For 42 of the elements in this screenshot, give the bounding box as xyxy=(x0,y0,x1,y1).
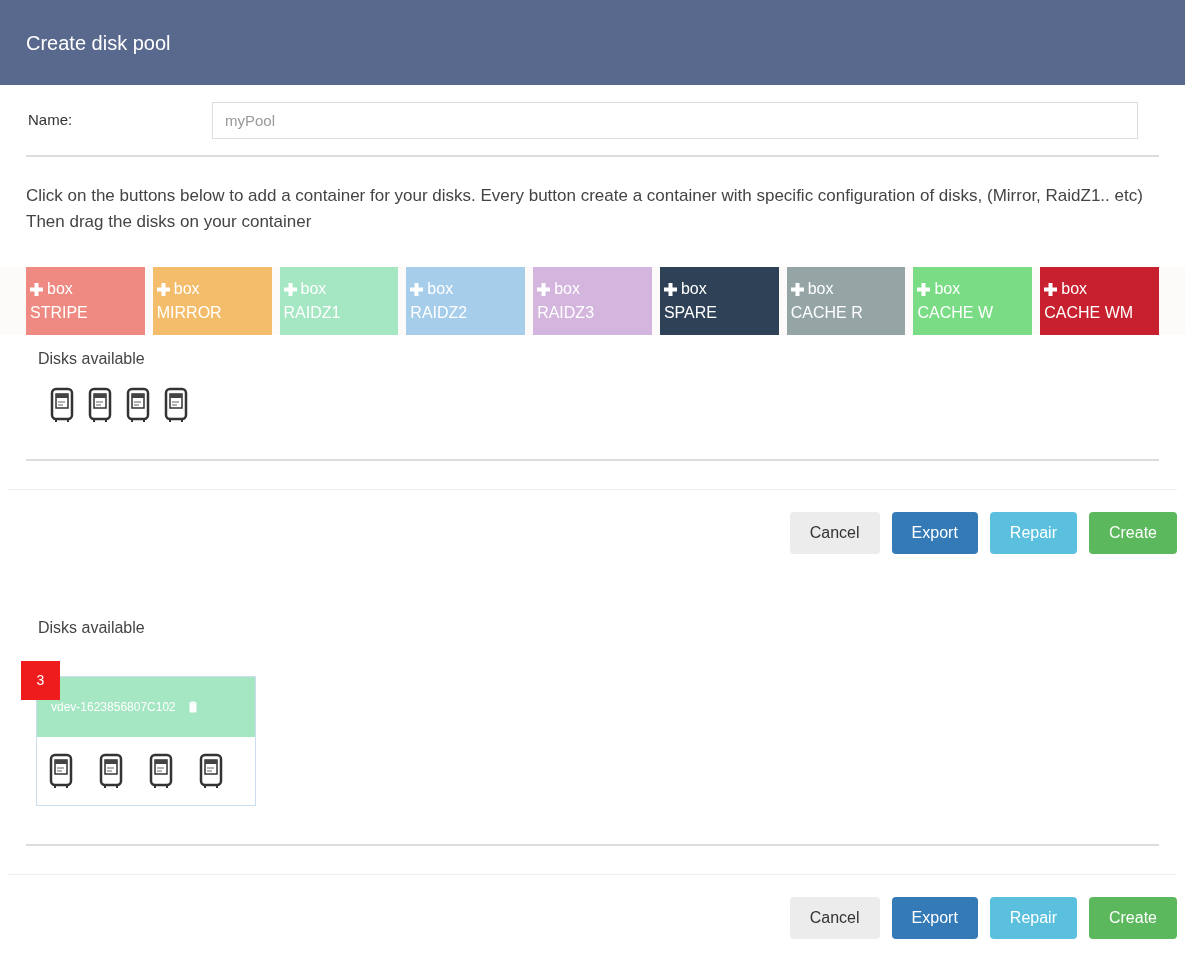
plus-icon xyxy=(30,282,43,296)
add-box-button[interactable]: box MIRROR xyxy=(152,267,272,335)
add-box-button[interactable]: box STRIPE xyxy=(26,267,145,335)
field-label: Name: xyxy=(28,109,74,130)
add-box-button[interactable]: box CACHE WM xyxy=(1040,267,1160,335)
plus-icon xyxy=(790,282,804,296)
hard-drive-icon[interactable] xyxy=(199,753,223,789)
add-box-button[interactable]: box RAIDZ1 xyxy=(279,267,399,335)
section-heading: Disks available xyxy=(38,619,145,636)
add-box-button[interactable]: box CACHE R xyxy=(786,267,906,335)
action-button[interactable]: Export xyxy=(891,897,978,939)
action-button[interactable]: Create xyxy=(1088,897,1177,939)
plus-icon xyxy=(410,282,424,296)
plus-icon xyxy=(1044,282,1058,296)
action-button[interactable]: Repair xyxy=(989,512,1077,554)
action-button[interactable]: Repair xyxy=(989,897,1077,939)
add-box-button[interactable]: box SPARE xyxy=(659,267,779,335)
cancel-button[interactable]: Cancel xyxy=(789,897,880,939)
action-button[interactable]: Export xyxy=(891,512,978,554)
hard-drive-icon[interactable] xyxy=(126,387,150,423)
hard-drive-icon[interactable] xyxy=(99,753,123,789)
plus-icon xyxy=(663,282,677,296)
name-field[interactable]: myPool xyxy=(212,101,1138,139)
plus-icon xyxy=(917,282,931,296)
vdev-name: vdev-1623856807C102 xyxy=(51,699,176,716)
window-title: Create disk pool xyxy=(26,30,171,56)
add-box-button[interactable]: box RAIDZ2 xyxy=(406,267,526,335)
hard-drive-icon[interactable] xyxy=(149,753,173,789)
hard-drive-icon[interactable] xyxy=(88,387,112,423)
hard-drive-icon[interactable] xyxy=(49,753,73,789)
cancel-button[interactable]: Cancel xyxy=(789,512,880,554)
count-badge: 3 xyxy=(21,661,60,700)
hard-drive-icon[interactable] xyxy=(50,387,74,423)
action-button[interactable]: Create xyxy=(1088,512,1177,554)
section-heading: Disks available xyxy=(38,350,145,367)
instructions-text: Click on the buttons below to add a container for your disks. Every button create a container with specific configuration of disks, (Mirror, RaidZ1.. etc) Then drag the disks on your container xyxy=(25,185,1144,233)
plus-icon xyxy=(283,282,297,296)
plus-icon xyxy=(156,282,170,296)
add-box-button[interactable]: box CACHE W xyxy=(913,267,1033,335)
plus-icon xyxy=(537,282,551,296)
add-box-button[interactable]: box RAIDZ3 xyxy=(533,267,652,335)
hard-drive-icon[interactable] xyxy=(164,387,188,423)
